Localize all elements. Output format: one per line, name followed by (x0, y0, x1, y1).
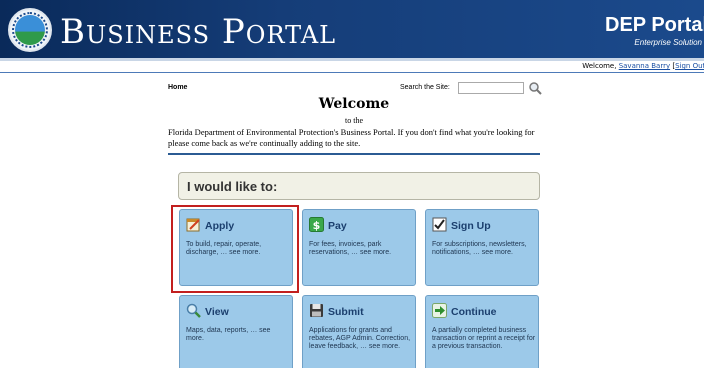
search-label: Search the Site: (400, 84, 450, 91)
tile-sign-up-desc: For subscriptions, newsletters, notifica… (432, 241, 527, 256)
welcome-label: Welcome, (582, 62, 617, 70)
floppy-disk-icon (310, 304, 323, 317)
welcome-to-the: to the (345, 116, 363, 125)
dep-portal-subtitle: Enterprise Solution (634, 38, 702, 47)
tile-sign-up[interactable]: Sign Up For subscriptions, newsletters, … (425, 209, 539, 286)
dollar-icon: $ (309, 217, 324, 232)
tile-continue-title: Continue (451, 306, 497, 318)
tile-continue[interactable]: Continue A partially completed business … (425, 295, 539, 368)
dep-portal-title: DEP Portal (605, 14, 704, 36)
welcome-intro-text: Florida Department of Environmental Prot… (168, 127, 535, 148)
action-prompt-box: I would like to: (178, 172, 540, 200)
tile-pay-desc: For fees, invoices, park reservations, …… (309, 241, 392, 256)
search-input[interactable] (458, 82, 524, 94)
portal-title: Business Portal (60, 12, 337, 52)
svg-text:$: $ (313, 219, 321, 232)
tile-submit[interactable]: Submit Applications for grants and rebat… (302, 295, 416, 368)
tile-pay-title: Pay (328, 220, 347, 232)
dep-seal-logo[interactable] (8, 8, 52, 52)
sign-out-link[interactable]: Sign Out (675, 62, 704, 70)
portal-header: Business Portal DEP Portal Enterprise So… (0, 0, 704, 58)
tile-view-desc: Maps, data, reports, … see more. (186, 327, 271, 342)
seal-ring (12, 12, 48, 48)
tile-submit-title: Submit (328, 306, 364, 318)
breadcrumb-home[interactable]: Home (168, 84, 187, 91)
welcome-divider (0, 72, 704, 73)
tile-sign-up-title: Sign Up (451, 220, 491, 232)
search-icon[interactable] (528, 81, 542, 95)
arrow-forward-icon (432, 303, 447, 318)
user-name-link[interactable]: Savanna Barry (619, 62, 670, 70)
checkbox-check-icon (432, 217, 447, 232)
user-welcome-bar: Welcome, Savanna Barry [Sign Out] (582, 62, 704, 70)
welcome-heading: Welcome (318, 96, 390, 112)
action-prompt-label: I would like to: (187, 179, 278, 194)
intro-divider (168, 153, 540, 155)
tile-pay[interactable]: $ Pay For fees, invoices, park reservati… (302, 209, 416, 286)
tile-continue-desc: A partially completed business transacti… (432, 327, 536, 350)
tile-submit-desc: Applications for grants and rebates, AGP… (309, 327, 411, 350)
magnifier-icon (186, 303, 201, 318)
tile-view-title: View (205, 306, 229, 318)
tile-view[interactable]: View Maps, data, reports, … see more. (179, 295, 293, 368)
apply-tile-highlight (171, 205, 299, 293)
header-divider (0, 58, 704, 61)
